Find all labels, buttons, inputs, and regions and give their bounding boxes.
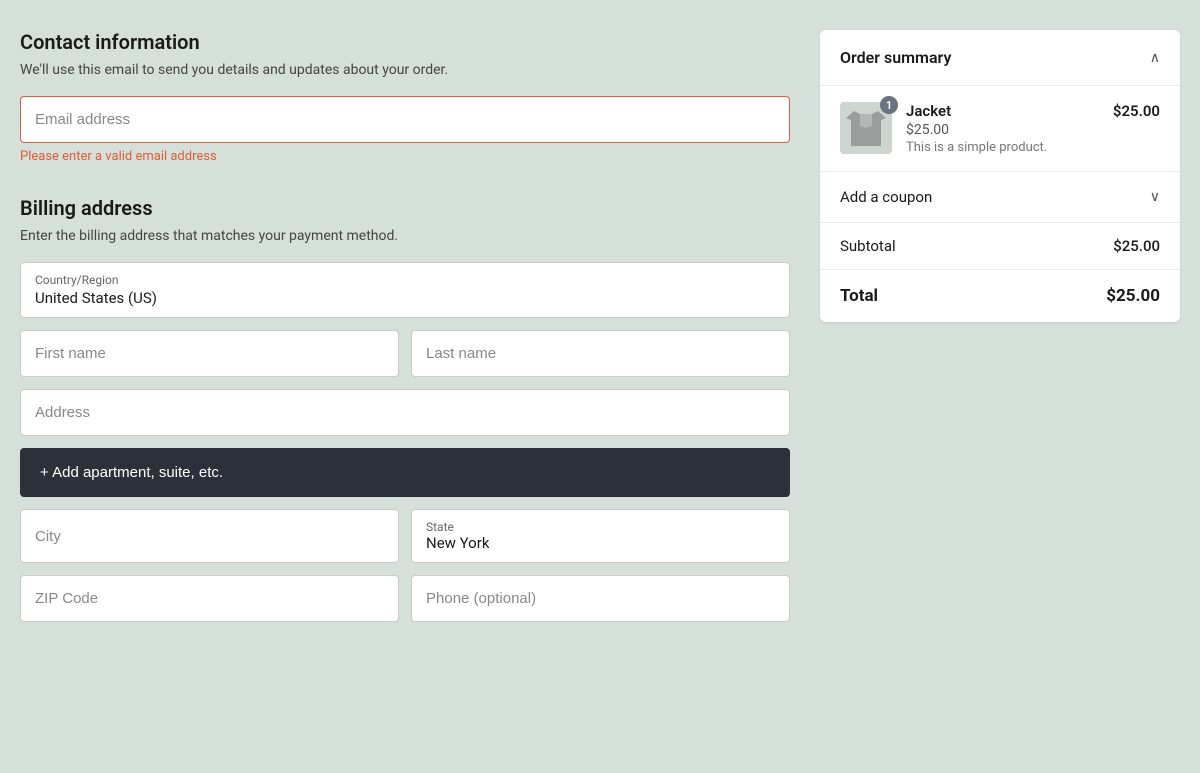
- order-summary-title: Order summary: [840, 48, 951, 67]
- item-badge: 1: [880, 96, 898, 114]
- item-image-wrapper: 1: [840, 102, 892, 154]
- address-input[interactable]: [20, 389, 790, 436]
- coupon-label: Add a coupon: [840, 188, 932, 206]
- subtotal-label: Subtotal: [840, 237, 896, 255]
- state-label: State: [426, 520, 775, 534]
- state-value: New York: [426, 534, 775, 552]
- billing-title: Billing address: [20, 196, 790, 220]
- state-field[interactable]: State New York: [411, 509, 790, 563]
- coupon-chevron-icon: ∨: [1150, 189, 1160, 205]
- country-value: United States (US): [35, 289, 157, 307]
- phone-input[interactable]: [411, 575, 790, 622]
- country-group: Country/Region United States (US): [20, 262, 790, 318]
- item-description: This is a simple product.: [906, 140, 1099, 155]
- name-row: [20, 330, 790, 377]
- order-summary-header[interactable]: Order summary ∧: [820, 30, 1180, 86]
- first-name-input[interactable]: [20, 330, 399, 377]
- last-name-input[interactable]: [411, 330, 790, 377]
- address-group: [20, 389, 790, 436]
- billing-section: Billing address Enter the billing addres…: [20, 196, 790, 622]
- order-item: 1 Jacket $25.00 This is a simple product…: [820, 86, 1180, 172]
- item-total: $25.00: [1113, 102, 1160, 120]
- billing-subtitle: Enter the billing address that matches y…: [20, 228, 790, 244]
- order-summary-card: Order summary ∧ 1 Jacket $25.00: [820, 30, 1180, 322]
- item-price: $25.00: [906, 122, 1099, 138]
- page-wrapper: Contact information We'll use this email…: [20, 30, 1180, 634]
- subtotal-row: Subtotal $25.00: [820, 223, 1180, 270]
- country-field[interactable]: Country/Region United States (US): [20, 262, 790, 318]
- email-group: Please enter a valid email address: [20, 96, 790, 164]
- item-details: Jacket $25.00 This is a simple product.: [906, 102, 1099, 155]
- add-apartment-button[interactable]: + Add apartment, suite, etc.: [20, 448, 790, 497]
- right-column: Order summary ∧ 1 Jacket $25.00: [820, 30, 1180, 322]
- city-state-row: State New York: [20, 509, 790, 563]
- email-input[interactable]: [20, 96, 790, 143]
- collapse-icon: ∧: [1150, 50, 1160, 66]
- item-name: Jacket: [906, 102, 1099, 120]
- zip-input[interactable]: [20, 575, 399, 622]
- contact-subtitle: We'll use this email to send you details…: [20, 62, 790, 78]
- total-value: $25.00: [1106, 286, 1160, 306]
- left-column: Contact information We'll use this email…: [20, 30, 790, 634]
- contact-title: Contact information: [20, 30, 790, 54]
- jacket-image: [846, 106, 886, 151]
- coupon-row[interactable]: Add a coupon ∨: [820, 172, 1180, 223]
- city-input[interactable]: [20, 509, 399, 563]
- email-error: Please enter a valid email address: [20, 149, 790, 164]
- subtotal-value: $25.00: [1113, 237, 1160, 255]
- total-label: Total: [840, 286, 878, 306]
- country-label: Country/Region: [35, 273, 775, 287]
- total-row: Total $25.00: [820, 270, 1180, 322]
- zip-phone-row: [20, 575, 790, 622]
- contact-section: Contact information We'll use this email…: [20, 30, 790, 164]
